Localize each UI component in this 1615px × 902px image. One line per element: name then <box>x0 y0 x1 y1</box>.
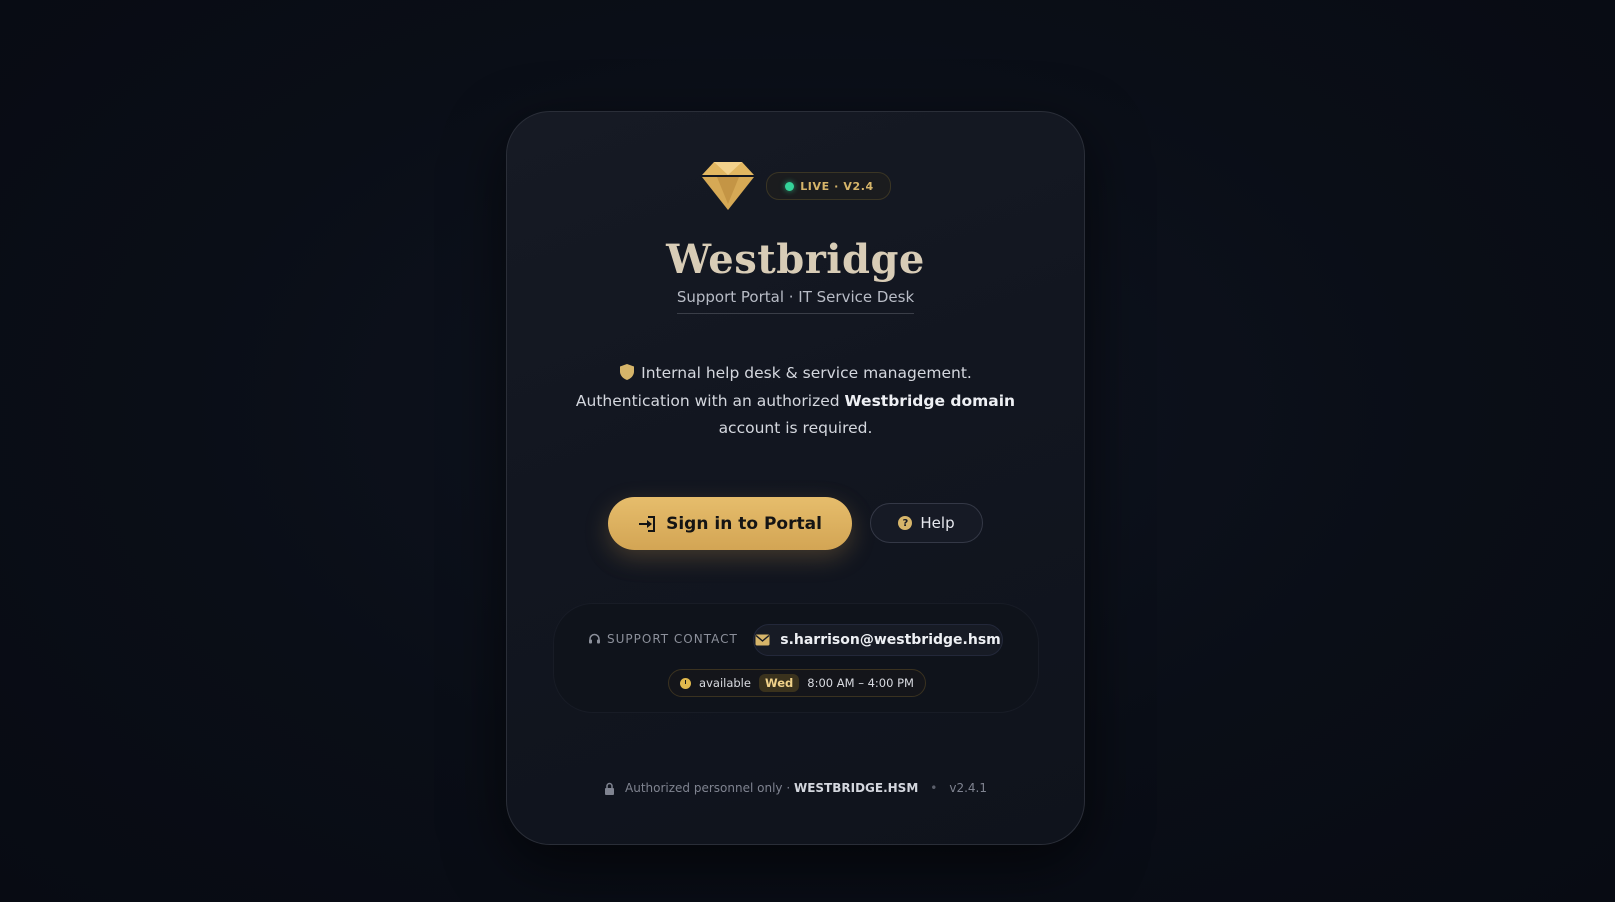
footer-notice: Authorized personnel only · WESTBRIDGE.H… <box>625 781 919 795</box>
footer-separator: • <box>930 781 938 795</box>
question-icon: ? <box>898 516 913 530</box>
support-email-link[interactable]: s.harrison@westbridge.hsm <box>753 624 1003 656</box>
logo-row: LIVE · V2.4 <box>507 161 1084 211</box>
mail-icon <box>755 634 770 646</box>
diamond-logo-icon <box>702 162 755 210</box>
availability-text: available <box>699 676 751 690</box>
live-status-text: LIVE · V2.4 <box>800 179 874 193</box>
login-card: LIVE · V2.4 Westbridge Support Portal · … <box>506 111 1085 845</box>
support-contact-label: SUPPORT CONTACT <box>588 632 738 646</box>
support-contact-text: SUPPORT CONTACT <box>607 632 738 646</box>
sign-in-label: Sign in to Portal <box>666 513 822 534</box>
portal-description: Internal help desk & service management.… <box>567 360 1024 443</box>
footer-domain: WESTBRIDGE.HSM <box>793 781 919 795</box>
footer: Authorized personnel only · WESTBRIDGE.H… <box>507 781 1084 795</box>
clock-icon <box>680 677 692 689</box>
support-contact-box: SUPPORT CONTACT s.harrison@westbridge.hs… <box>553 603 1039 713</box>
sign-in-icon <box>639 515 656 532</box>
lock-icon <box>605 782 614 795</box>
hours-text: 8:00 AM – 4:00 PM <box>807 676 914 690</box>
auth-domain-text: Westbridge domain <box>844 391 1016 410</box>
help-label: Help <box>920 514 955 532</box>
sign-in-button[interactable]: Sign in to Portal <box>608 497 852 550</box>
brand-subtitle: Support Portal · IT Service Desk <box>676 288 915 314</box>
auth-text-suffix: account is required. <box>718 419 873 437</box>
headset-icon <box>589 633 600 643</box>
footer-version: v2.4.1 <box>949 781 987 795</box>
action-buttons: Sign in to Portal ? Help <box>507 497 1084 551</box>
day-tag: Wed <box>758 674 800 692</box>
shield-icon <box>620 364 635 380</box>
live-status-badge: LIVE · V2.4 <box>766 172 891 200</box>
support-hours-pill: available Wed 8:00 AM – 4:00 PM <box>668 669 926 697</box>
help-button[interactable]: ? Help <box>870 503 983 543</box>
brand-title: Westbridge <box>666 236 925 283</box>
brand-subtitle-wrap: Support Portal · IT Service Desk <box>507 288 1084 314</box>
auth-text-prefix: Authentication with an authorized <box>575 391 845 410</box>
description-line-1: Internal help desk & service management. <box>641 364 972 382</box>
live-status-dot-icon <box>785 181 795 191</box>
support-email-text: s.harrison@westbridge.hsm <box>780 632 1001 648</box>
